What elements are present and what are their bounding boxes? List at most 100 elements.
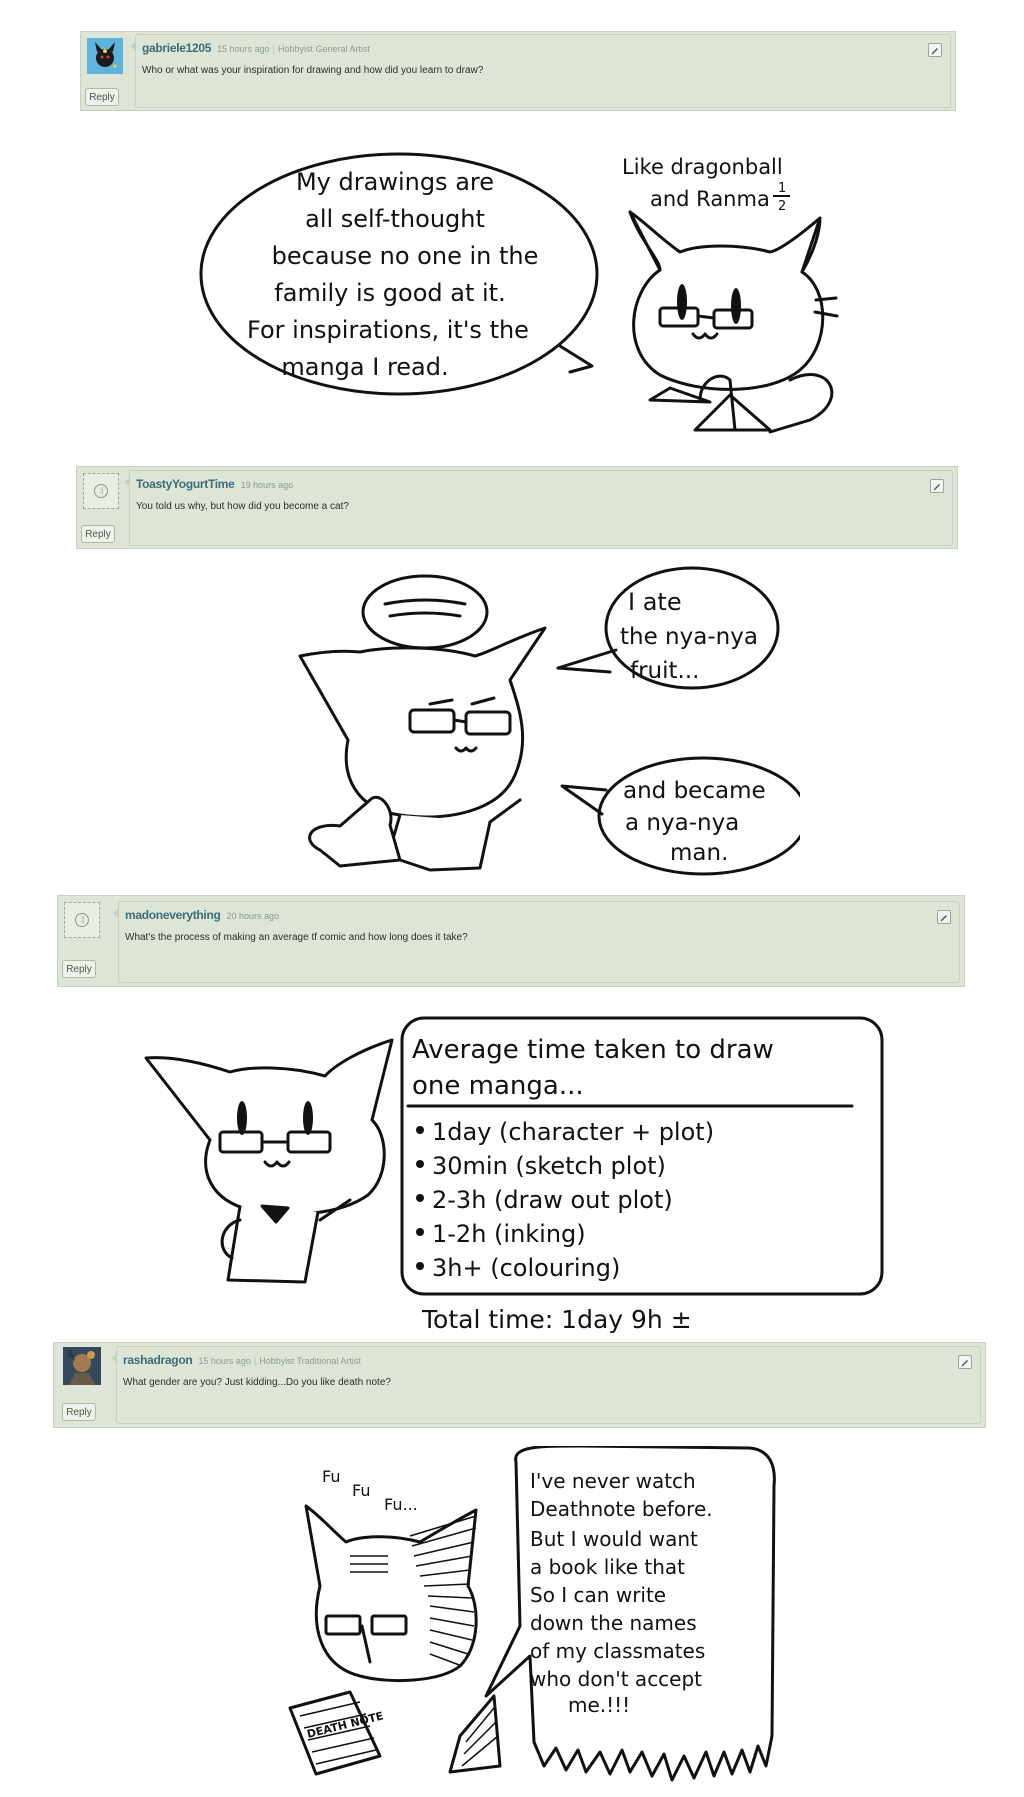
- list-bullet: [416, 1126, 424, 1134]
- panel-1-drawing: My drawings are all self-thought because…: [199, 152, 839, 434]
- comment-time[interactable]: 15 hours ago: [198, 1356, 251, 1366]
- comment-time[interactable]: 19 hours ago: [241, 480, 294, 490]
- bubble-line: My drawings are: [296, 168, 494, 196]
- list-item: 30min (sketch plot): [432, 1152, 666, 1180]
- bubble-line: Deathnote before.: [530, 1497, 713, 1521]
- comment-rashadragon: Reply rashadragon 15 hours ago | Hobbyist T…: [53, 1342, 986, 1428]
- box-title-line: one manga...: [412, 1071, 584, 1101]
- umbreon-avatar-icon: [87, 38, 123, 74]
- user-role: Hobbyist Traditional Artist: [259, 1356, 361, 1366]
- bubble-line: who don't accept: [530, 1667, 702, 1691]
- reply-button[interactable]: Reply: [62, 1403, 96, 1421]
- pencil-icon: [933, 484, 940, 491]
- bubble-arrow: [124, 477, 130, 487]
- panel-3-drawing: Average time taken to draw one manga... …: [144, 1016, 884, 1334]
- bubble-line: manga I read.: [281, 353, 448, 381]
- comment-text: What's the process of making an average …: [125, 932, 468, 943]
- comment-bubble: madoneverything 20 hours ago What's the p…: [113, 901, 960, 983]
- username-link[interactable]: ToastyYogurtTime: [136, 477, 235, 491]
- bubble-line: and became: [623, 778, 766, 804]
- pencil-icon: [940, 915, 947, 922]
- list-bullet: [416, 1228, 424, 1236]
- edit-button[interactable]: [930, 479, 944, 493]
- side-note: and Ranma: [650, 187, 770, 211]
- meta-separator: |: [253, 1356, 257, 1366]
- bubble-line: fruit...: [630, 658, 699, 684]
- bubble-arrow: [130, 41, 136, 51]
- list-bullet: [416, 1194, 424, 1202]
- bubble-line: man.: [670, 840, 728, 866]
- dragon-avatar-icon: [63, 1347, 101, 1385]
- reply-button[interactable]: Reply: [85, 88, 119, 106]
- bubble-line: of my classmates: [530, 1639, 705, 1663]
- edit-button[interactable]: [958, 1355, 972, 1369]
- bubble-line: a nya-nya: [625, 810, 739, 836]
- bubble-tail: [558, 344, 594, 374]
- panel-4-drawing: Fu Fu Fu... I've never watch Deathnote b…: [288, 1444, 776, 1782]
- list-item: 1-2h (inking): [432, 1220, 586, 1248]
- comment-time[interactable]: 20 hours ago: [227, 911, 280, 921]
- sfx-text: Fu: [322, 1467, 340, 1486]
- bubble-line: down the names: [530, 1611, 697, 1635]
- cat-character: [144, 1038, 394, 1284]
- bubble-line: So I can write: [530, 1583, 666, 1607]
- panel-2-drawing: I ate the nya-nya fruit... and became a …: [298, 566, 809, 876]
- edit-button[interactable]: [928, 43, 942, 57]
- comment-time[interactable]: 15 hours ago: [217, 44, 270, 54]
- avatar-default[interactable]: :|: [64, 902, 100, 938]
- default-avatar-icon: :|: [94, 484, 108, 498]
- comment-bubble: ToastyYogurtTime 19 hours ago You told us…: [124, 470, 953, 546]
- bubble-line: because no one in the: [272, 242, 539, 270]
- default-avatar-icon: :|: [75, 913, 89, 927]
- list-item: 2-3h (draw out plot): [432, 1186, 673, 1214]
- bubble-arrow: [111, 1353, 117, 1363]
- bubble-line: family is good at it.: [274, 279, 505, 307]
- comment-bubble: gabriele1205 15 hours ago | Hobbyist Genera…: [130, 34, 951, 108]
- shadowed-cat-with-notebook: DEATH NOTE: [288, 1504, 502, 1776]
- bubble-line: a book like that: [530, 1555, 685, 1579]
- user-role: Hobbyist General Artist: [278, 44, 371, 54]
- comic-panel-2: I ate the nya-nya fruit... and became a …: [280, 560, 809, 880]
- comic-panel-3: Average time taken to draw one manga... …: [140, 1010, 900, 1340]
- pencil-icon: [931, 48, 938, 55]
- comment-madoneverything: :| Reply madoneverything 20 hours ago Wha…: [57, 895, 965, 987]
- comic-panel-4: Fu Fu Fu... I've never watch Deathnote b…: [280, 1444, 800, 1792]
- comment-toastyyogurttime: :| Reply ToastyYogurtTime 19 hours ago Yo…: [76, 466, 958, 549]
- total-time: Total time: 1day 9h ±: [421, 1305, 692, 1334]
- bubble-arrow: [113, 908, 119, 918]
- comment-meta: madoneverything 20 hours ago: [125, 908, 279, 922]
- fraction-top: 1: [778, 181, 786, 196]
- list-item: 1day (character + plot): [432, 1118, 714, 1146]
- list-bullet: [416, 1262, 424, 1270]
- username-link[interactable]: rashadragon: [123, 1353, 193, 1367]
- sfx-text: Fu: [352, 1481, 370, 1500]
- avatar[interactable]: [63, 1347, 101, 1385]
- avatar[interactable]: [87, 38, 123, 74]
- meta-separator: |: [272, 44, 276, 54]
- avatar-default[interactable]: :|: [83, 473, 119, 509]
- bubble-line: all self-thought: [305, 205, 485, 233]
- sfx-text: Fu...: [384, 1495, 418, 1514]
- bubble-line: But I would want: [530, 1527, 698, 1551]
- bubble-tail: [556, 648, 618, 674]
- edit-button[interactable]: [937, 910, 951, 924]
- username-link[interactable]: madoneverything: [125, 908, 221, 922]
- cat-character: [628, 210, 839, 434]
- bubble-line: I ate: [628, 588, 682, 616]
- comic-panel-1: My drawings are all self-thought because…: [190, 140, 890, 440]
- list-bullet: [416, 1160, 424, 1168]
- reply-button[interactable]: Reply: [62, 960, 96, 978]
- comment-text: Who or what was your inspiration for dra…: [142, 65, 484, 76]
- bubble-line: the nya-nya: [620, 624, 758, 650]
- comment-meta: gabriele1205 15 hours ago | Hobbyist Genera…: [142, 41, 370, 55]
- cat-with-straw-hat: [298, 574, 547, 872]
- comment-meta: rashadragon 15 hours ago | Hobbyist Traditi…: [123, 1353, 361, 1367]
- list-item: 3h+ (colouring): [432, 1254, 620, 1282]
- side-note: Like dragonball: [622, 155, 783, 179]
- comment-meta: ToastyYogurtTime 19 hours ago: [136, 477, 293, 491]
- username-link[interactable]: gabriele1205: [142, 41, 211, 55]
- pencil-icon: [961, 1360, 968, 1367]
- box-title-line: Average time taken to draw: [412, 1035, 774, 1065]
- reply-button[interactable]: Reply: [81, 525, 115, 543]
- fraction-bottom: 2: [778, 199, 786, 214]
